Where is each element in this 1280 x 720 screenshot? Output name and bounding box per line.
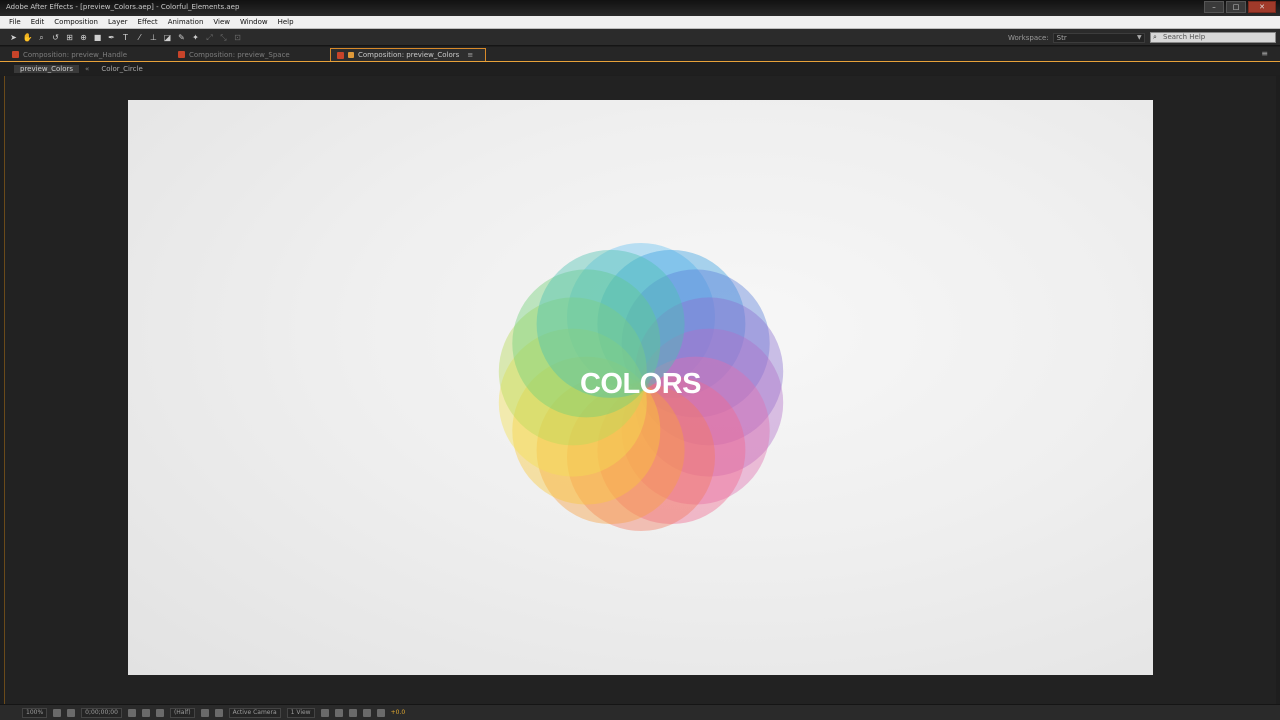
colors-title: COLORS <box>579 368 702 400</box>
breadcrumb-item-preview-colors[interactable]: preview_Colors <box>14 65 80 73</box>
composition-frame[interactable]: COLORS <box>128 100 1153 675</box>
tab-label: Composition: preview_Handle <box>23 50 128 59</box>
exposure-value[interactable]: +0.0 <box>391 709 406 716</box>
menu-composition[interactable]: Composition <box>49 18 103 26</box>
axis-world-icon[interactable]: ⤡ <box>218 32 229 43</box>
rectangle-tool-icon[interactable]: ■ <box>92 32 103 43</box>
tab-label: Composition: preview_Space <box>189 50 290 59</box>
camera-tool-icon[interactable]: ⊞ <box>64 32 75 43</box>
window-controls: – □ ✕ <box>1204 1 1276 13</box>
chevron-down-icon: ▼ <box>1137 34 1142 41</box>
text-tool-icon[interactable]: T <box>120 32 131 43</box>
menu-help[interactable]: Help <box>273 18 299 26</box>
mask-visibility-icon[interactable] <box>67 708 76 717</box>
channel-icon[interactable] <box>155 708 164 717</box>
menu-window[interactable]: Window <box>235 18 273 26</box>
tab-menu-icon[interactable]: ≡ <box>467 51 473 59</box>
timecode-field[interactable]: 0;00;00;00 <box>81 707 122 718</box>
maximize-button[interactable]: □ <box>1226 1 1246 13</box>
tab-preview-space[interactable]: Composition: preview_Space <box>172 48 290 61</box>
menu-effect[interactable]: Effect <box>133 18 163 26</box>
breadcrumb-separator: « <box>85 65 90 73</box>
selection-tool-icon[interactable]: ➤ <box>8 32 19 43</box>
composition-tab-bar: Composition: preview_Handle Composition:… <box>0 47 1280 62</box>
workspace-dropdown[interactable]: Str ▼ <box>1052 33 1145 43</box>
close-tab-icon[interactable] <box>337 51 344 59</box>
show-snapshot-icon[interactable] <box>141 708 150 717</box>
transparency-grid-icon[interactable] <box>214 708 223 717</box>
tab-label: Composition: preview_Colors <box>358 51 460 59</box>
flowchart-icon[interactable] <box>362 708 371 717</box>
menu-file[interactable]: File <box>4 18 26 26</box>
exposure-reset-icon[interactable] <box>376 708 385 717</box>
tools-panel: ➤ ✋ ⌕ ↺ ⊞ ⊕ ■ ✒ T ⁄ ⊥ ◪ ✎ ✦ ⤢ ⤡ ⊡ Worksp… <box>0 29 1280 46</box>
resolution-dropdown[interactable]: (Half) <box>169 707 195 718</box>
view-layout-dropdown[interactable]: 1 View <box>286 707 315 718</box>
pixel-aspect-icon[interactable] <box>320 708 329 717</box>
minimize-button[interactable]: – <box>1204 1 1224 13</box>
eraser-tool-icon[interactable]: ◪ <box>162 32 173 43</box>
puppet-tool-icon[interactable]: ✦ <box>190 32 201 43</box>
workspace-selector: Workspace: Str ▼ <box>1008 33 1145 43</box>
search-help-input[interactable]: ⌕ Search Help <box>1150 32 1276 43</box>
axis-local-icon[interactable]: ⤢ <box>204 32 215 43</box>
clone-stamp-tool-icon[interactable]: ⊥ <box>148 32 159 43</box>
search-icon: ⌕ <box>1153 33 1157 41</box>
tab-preview-colors[interactable]: Composition: preview_Colors ≡ <box>330 48 486 61</box>
menu-view[interactable]: View <box>208 18 235 26</box>
zoom-dropdown[interactable]: 100% <box>22 707 48 718</box>
close-tab-icon[interactable] <box>178 51 185 58</box>
brush-tool-icon[interactable]: ⁄ <box>134 32 145 43</box>
zoom-tool-icon[interactable]: ⌕ <box>36 32 47 43</box>
pan-behind-tool-icon[interactable]: ⊕ <box>78 32 89 43</box>
menu-layer[interactable]: Layer <box>103 18 133 26</box>
close-button[interactable]: ✕ <box>1248 1 1276 13</box>
workspace-value: Str <box>1056 34 1067 42</box>
roto-brush-tool-icon[interactable]: ✎ <box>176 32 187 43</box>
region-of-interest-icon[interactable] <box>200 708 209 717</box>
safe-zones-icon[interactable] <box>53 708 62 717</box>
menu-bar: File Edit Composition Layer Effect Anima… <box>0 16 1280 29</box>
pen-tool-icon[interactable]: ✒ <box>106 32 117 43</box>
title-bar: Adobe After Effects - [preview_Colors.ae… <box>0 0 1280 16</box>
menu-animation[interactable]: Animation <box>163 18 209 26</box>
menu-edit[interactable]: Edit <box>26 18 50 26</box>
rotation-tool-icon[interactable]: ↺ <box>50 32 61 43</box>
window-title: Adobe After Effects - [preview_Colors.ae… <box>6 3 240 11</box>
axis-view-icon[interactable]: ⊡ <box>232 32 243 43</box>
tab-preview-handle[interactable]: Composition: preview_Handle <box>6 48 127 61</box>
search-placeholder: Search Help <box>1163 33 1206 41</box>
breadcrumb-item-color-circle[interactable]: Color_Circle <box>95 65 148 73</box>
hand-tool-icon[interactable]: ✋ <box>22 32 33 43</box>
timeline-icon[interactable] <box>348 708 357 717</box>
fast-previews-icon[interactable] <box>334 708 343 717</box>
snapshot-icon[interactable] <box>127 708 136 717</box>
breadcrumb: preview_Colors « Color_Circle <box>0 63 1280 75</box>
lock-icon[interactable] <box>348 52 354 58</box>
close-tab-icon[interactable] <box>12 51 19 58</box>
workspace-label: Workspace: <box>1008 34 1049 42</box>
camera-dropdown[interactable]: Active Camera <box>228 707 281 718</box>
viewer-status-bar: 100% 0;00;00;00 (Half) Active Camera 1 V… <box>0 704 1280 720</box>
panel-menu-icon[interactable]: ≡ <box>1261 49 1268 58</box>
